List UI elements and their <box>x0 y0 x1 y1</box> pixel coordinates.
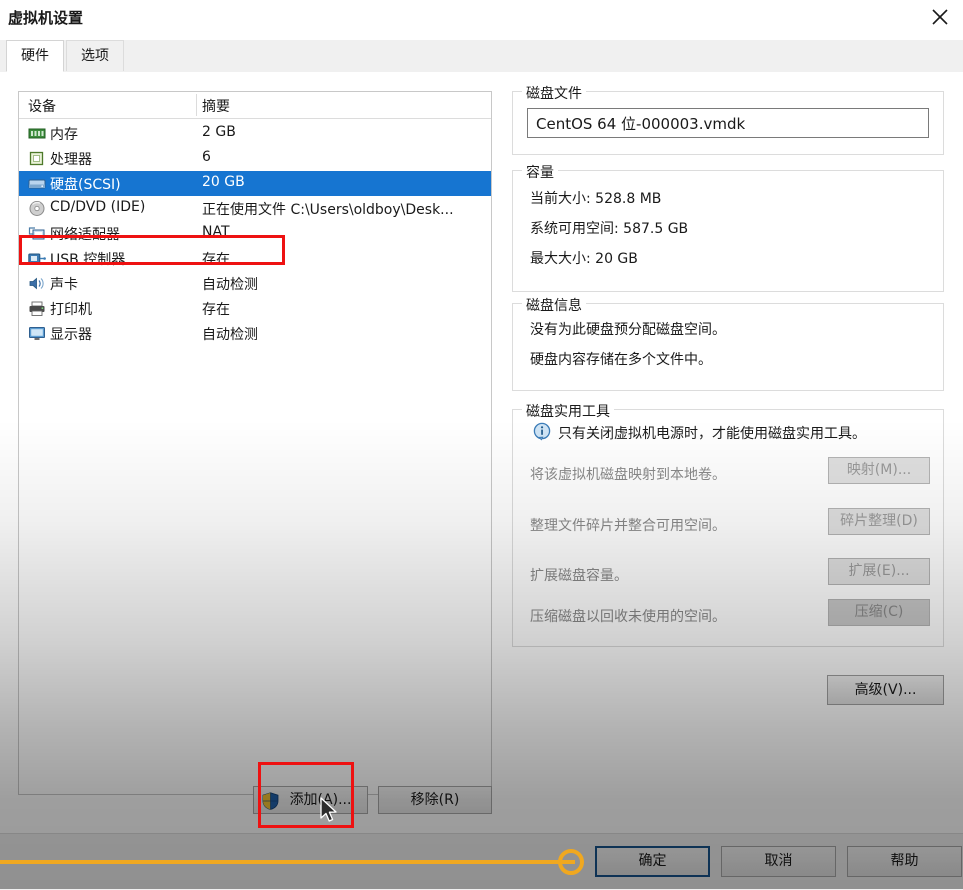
device-list-header: 设备 摘要 <box>19 92 491 119</box>
cancel-button[interactable]: 取消 <box>721 846 836 877</box>
device-name: 硬盘(SCSI) <box>50 177 121 193</box>
add-device-button[interactable]: 添加(A)... <box>253 786 368 814</box>
device-name: 声卡 <box>50 277 78 293</box>
device-summary: NAT <box>202 224 230 240</box>
header-divider <box>196 94 197 116</box>
network-icon <box>28 227 45 240</box>
disk-utility-row-defragment: 整理文件碎片并整合可用空间。 碎片整理(D) <box>513 508 945 558</box>
capacity-group-title: 容量 <box>522 162 558 182</box>
advanced-button[interactable]: 高级(V)... <box>827 675 944 705</box>
disk-utility-label: 压缩磁盘以回收未使用的空间。 <box>530 609 726 625</box>
device-summary: 自动检测 <box>202 277 258 293</box>
device-row-processor[interactable]: 处理器 6 <box>19 146 491 171</box>
cddvd-icon <box>29 201 45 216</box>
shield-icon <box>262 792 279 810</box>
device-row-memory[interactable]: 内存 2 GB <box>19 121 491 146</box>
device-row-usb[interactable]: USB 控制器 存在 <box>19 246 491 271</box>
remove-device-button[interactable]: 移除(R) <box>378 786 492 814</box>
disk-info-line: 没有为此硬盘预分配磁盘空间。 <box>530 322 726 338</box>
ok-button[interactable]: 确定 <box>595 846 710 877</box>
close-button[interactable] <box>917 0 963 34</box>
device-summary: 2 GB <box>202 124 236 140</box>
memory-icon <box>28 128 46 139</box>
disk-info-group-title: 磁盘信息 <box>522 295 586 315</box>
device-row-sound[interactable]: 声卡 自动检测 <box>19 271 491 296</box>
title-bar: 虚拟机设置 <box>0 0 963 34</box>
dialog-footer: 确定 取消 帮助 <box>0 833 963 890</box>
map-button[interactable]: 映射(M)... <box>828 457 930 484</box>
disk-utilities-note: 只有关闭虚拟机电源时，才能使用磁盘实用工具。 <box>558 426 866 442</box>
sound-icon <box>29 277 44 290</box>
defragment-button[interactable]: 碎片整理(D) <box>828 508 930 535</box>
dialog-body: 设备 摘要 内存 2 GB 处理器 6 硬盘(SCSI) 20 GB CD/DV… <box>0 72 963 833</box>
device-summary: 存在 <box>202 252 230 268</box>
expand-button[interactable]: 扩展(E)... <box>828 558 930 585</box>
device-row-harddisk[interactable]: 硬盘(SCSI) 20 GB <box>19 171 491 196</box>
help-button[interactable]: 帮助 <box>847 846 962 877</box>
close-icon <box>932 9 948 25</box>
cpu-icon <box>29 151 44 166</box>
device-name: 处理器 <box>50 152 92 168</box>
disk-utilities-group: 磁盘实用工具 只有关闭虚拟机电源时，才能使用磁盘实用工具。 将该虚拟机磁盘映射到… <box>512 401 945 649</box>
window-title: 虚拟机设置 <box>8 9 84 27</box>
add-device-label: 添加(A)... <box>289 792 352 808</box>
disk-info-group: 磁盘信息 没有为此硬盘预分配磁盘空间。 硬盘内容存储在多个文件中。 <box>512 295 944 391</box>
device-summary: 6 <box>202 149 211 165</box>
harddisk-icon <box>28 179 46 189</box>
device-row-cddvd[interactable]: CD/DVD (IDE) 正在使用文件 C:\Users\oldboy\Desk… <box>19 196 491 221</box>
printer-icon <box>29 301 45 316</box>
info-icon <box>533 422 551 441</box>
usb-icon <box>28 253 46 264</box>
capacity-system-free: 系统可用空间: 587.5 GB <box>530 221 689 237</box>
disk-utility-label: 整理文件碎片并整合可用空间。 <box>530 518 726 534</box>
column-header-device: 设备 <box>28 99 56 115</box>
tab-options[interactable]: 选项 <box>66 40 124 71</box>
device-name: 内存 <box>50 127 78 143</box>
device-list-panel: 设备 摘要 内存 2 GB 处理器 6 硬盘(SCSI) 20 GB CD/DV… <box>18 91 492 795</box>
disk-utilities-group-title: 磁盘实用工具 <box>522 401 614 421</box>
disk-utility-row-compact: 压缩磁盘以回收未使用的空间。 压缩(C) <box>513 599 945 649</box>
column-header-summary: 摘要 <box>202 99 230 115</box>
device-summary: 20 GB <box>202 174 245 190</box>
disk-utility-row-map: 将该虚拟机磁盘映射到本地卷。 映射(M)... <box>513 457 945 507</box>
disk-utility-label: 扩展磁盘容量。 <box>530 568 628 584</box>
device-name: 网络适配器 <box>50 227 120 243</box>
tab-strip: 硬件 选项 <box>0 40 963 73</box>
device-row-network[interactable]: 网络适配器 NAT <box>19 221 491 246</box>
device-summary: 正在使用文件 C:\Users\oldboy\Desk... <box>202 202 454 218</box>
tab-hardware[interactable]: 硬件 <box>6 40 64 72</box>
device-row-printer[interactable]: 打印机 存在 <box>19 296 491 321</box>
device-summary: 存在 <box>202 302 230 318</box>
disk-file-input[interactable] <box>527 108 929 138</box>
device-name: 显示器 <box>50 327 92 343</box>
display-icon <box>29 327 45 340</box>
device-summary: 自动检测 <box>202 327 258 343</box>
device-name: 打印机 <box>50 302 92 318</box>
disk-info-line: 硬盘内容存储在多个文件中。 <box>530 352 712 368</box>
compact-button[interactable]: 压缩(C) <box>828 599 930 626</box>
disk-file-group-title: 磁盘文件 <box>522 83 586 103</box>
capacity-max-size: 最大大小: 20 GB <box>530 251 638 267</box>
device-name: CD/DVD (IDE) <box>50 199 146 215</box>
disk-file-group: 磁盘文件 <box>512 83 944 155</box>
device-name: USB 控制器 <box>50 252 126 268</box>
device-row-display[interactable]: 显示器 自动检测 <box>19 321 491 346</box>
disk-utility-label: 将该虚拟机磁盘映射到本地卷。 <box>530 467 726 483</box>
capacity-current-size: 当前大小: 528.8 MB <box>530 191 662 207</box>
capacity-group: 容量 当前大小: 528.8 MB 系统可用空间: 587.5 GB 最大大小:… <box>512 162 944 292</box>
